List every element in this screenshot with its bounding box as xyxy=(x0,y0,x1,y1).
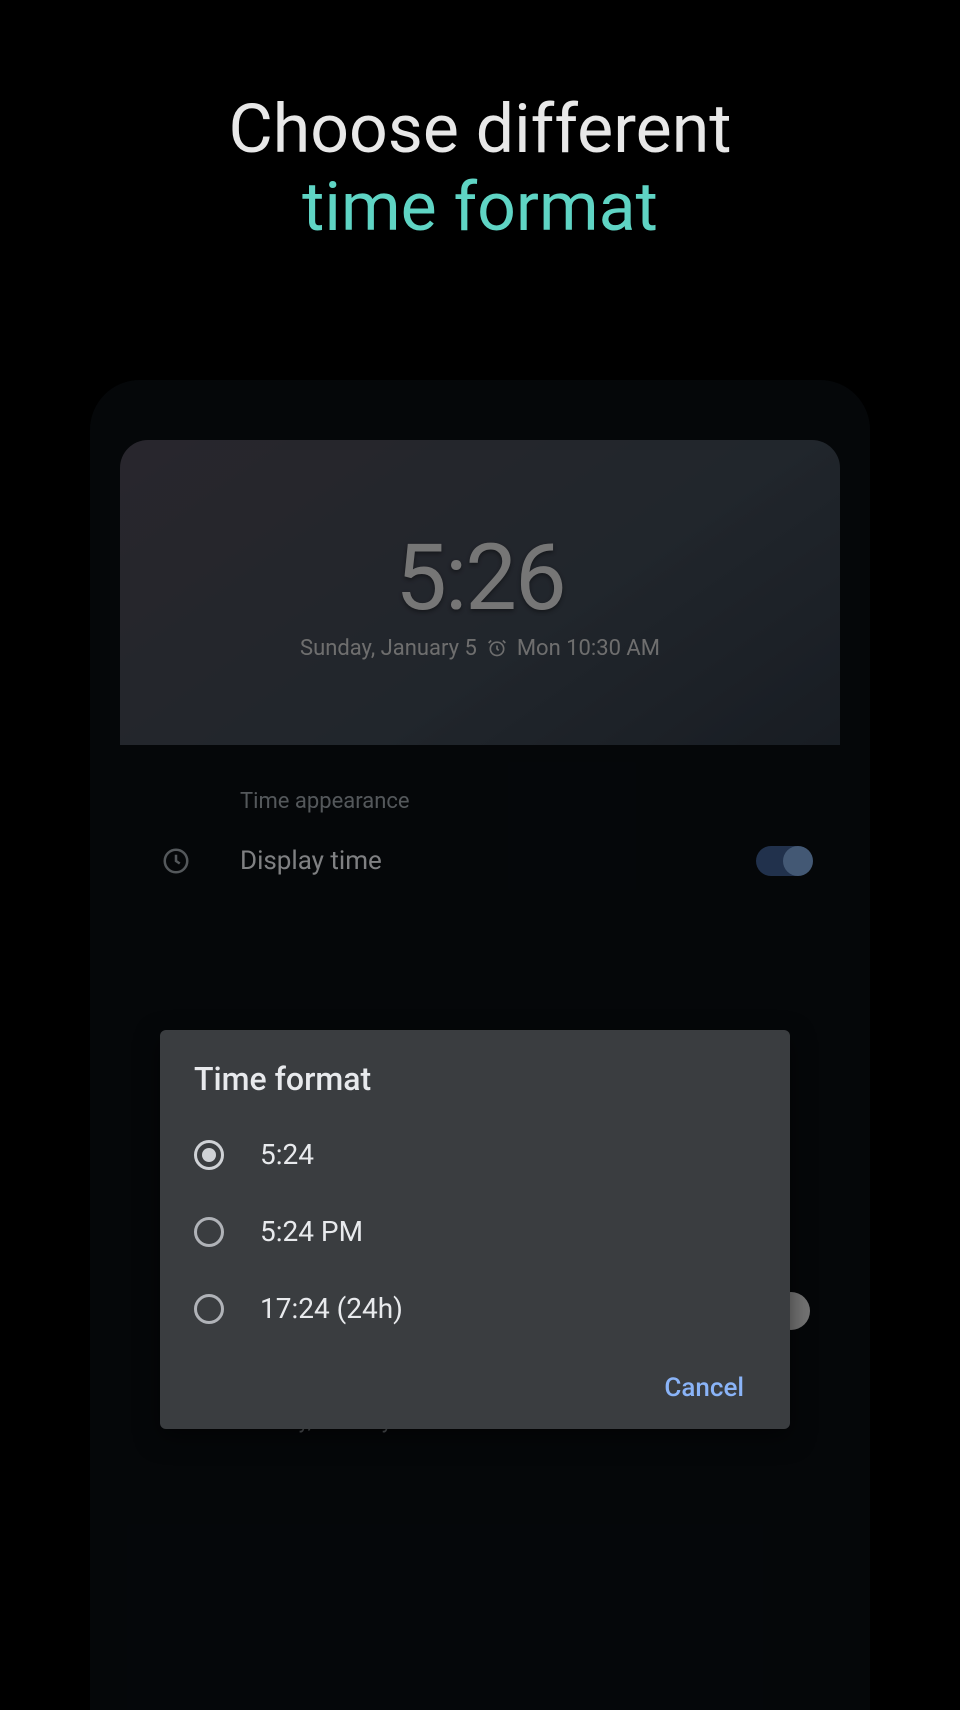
clock-time: 5:26 xyxy=(395,525,564,632)
row-display-time[interactable]: Display time xyxy=(140,828,820,894)
dialog-time-format: Time format 5:24 5:24 PM 17:24 (24h) Can… xyxy=(160,1030,790,1429)
dialog-title: Time format xyxy=(160,1060,790,1116)
clock-date: Sunday, January 5 xyxy=(300,636,477,661)
promo-heading: Choose different time format xyxy=(0,0,960,246)
alarm-icon xyxy=(487,638,507,658)
clock-alarm: Mon 10:30 AM xyxy=(517,636,660,661)
option-5-24[interactable]: 5:24 xyxy=(160,1116,790,1193)
cancel-button[interactable]: Cancel xyxy=(652,1363,756,1413)
clock-icon xyxy=(140,846,212,876)
radio-icon xyxy=(194,1140,224,1170)
toggle-display-time[interactable] xyxy=(756,846,810,876)
row-display-time-label: Display time xyxy=(240,846,728,876)
radio-icon xyxy=(194,1294,224,1324)
option-label: 17:24 (24h) xyxy=(260,1292,403,1325)
option-17-24-24h[interactable]: 17:24 (24h) xyxy=(160,1270,790,1347)
section-time-appearance: Time appearance xyxy=(140,775,820,828)
clock-preview: 5:26 Sunday, January 5 Mon 10:30 AM xyxy=(120,440,840,745)
radio-icon xyxy=(194,1217,224,1247)
promo-line2: time format xyxy=(302,167,658,247)
clock-subline: Sunday, January 5 Mon 10:30 AM xyxy=(300,636,660,661)
promo-line1: Choose different xyxy=(229,89,732,169)
option-label: 5:24 xyxy=(260,1138,314,1171)
option-label: 5:24 PM xyxy=(260,1215,363,1248)
option-5-24-pm[interactable]: 5:24 PM xyxy=(160,1193,790,1270)
